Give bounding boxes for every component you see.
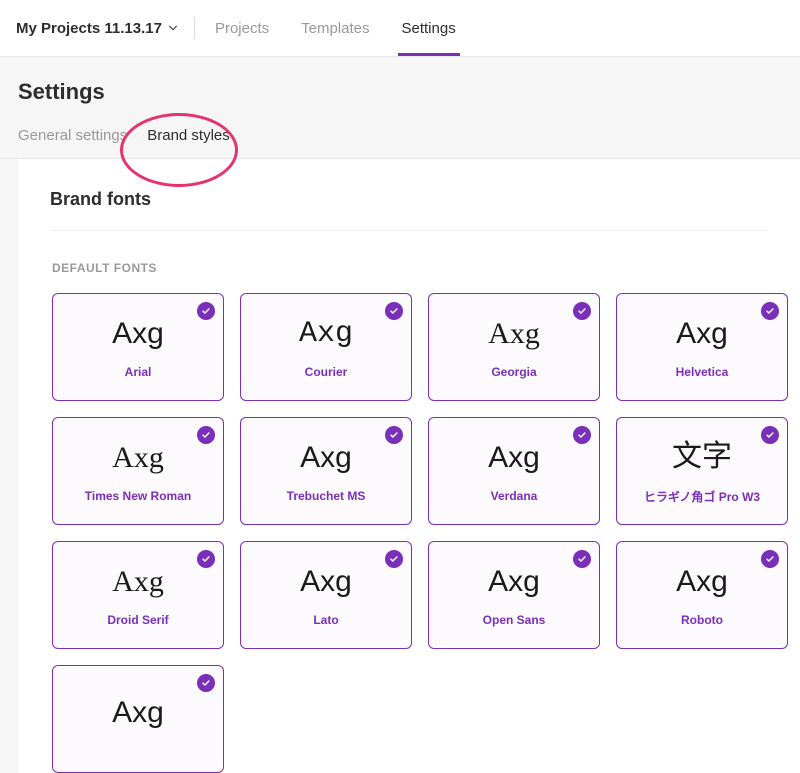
- font-sample: 文字: [672, 442, 732, 472]
- check-icon: [197, 674, 215, 692]
- font-card[interactable]: Axg Roboto: [616, 541, 788, 649]
- font-sample: Axg: [300, 567, 352, 597]
- divider: [194, 17, 195, 39]
- project-name: My Projects 11.13.17: [16, 20, 162, 37]
- font-card[interactable]: Axg Trebuchet MS: [240, 417, 412, 525]
- font-name-label: Georgia: [491, 365, 536, 379]
- check-icon: [197, 550, 215, 568]
- font-card[interactable]: Axg: [52, 665, 224, 773]
- font-name-label: Open Sans: [483, 613, 546, 627]
- font-sample: Axg: [488, 443, 540, 473]
- font-name-label: ヒラギノ角ゴ Pro W3: [644, 488, 760, 505]
- font-card[interactable]: Axg Droid Serif: [52, 541, 224, 649]
- font-grid: Axg Arial Axg Courier Axg Georgia Axg Helvetica…: [50, 293, 768, 773]
- content-card: Brand fonts DEFAULT FONTS Axg Arial Axg Cou…: [18, 159, 800, 773]
- font-sample: Axg: [300, 443, 352, 473]
- font-name-label: Droid Serif: [107, 613, 168, 627]
- check-icon: [761, 302, 779, 320]
- check-icon: [761, 426, 779, 444]
- font-name-label: Trebuchet MS: [287, 489, 366, 503]
- subtab-brand-styles[interactable]: Brand styles: [147, 127, 230, 158]
- subtabs: General settings Brand styles: [0, 127, 800, 159]
- check-icon: [385, 550, 403, 568]
- page-body: Settings General settings Brand styles B…: [0, 57, 800, 773]
- font-sample: Axg: [488, 567, 540, 597]
- nav-settings[interactable]: Settings: [386, 0, 472, 56]
- font-card[interactable]: Axg Courier: [240, 293, 412, 401]
- nav-projects[interactable]: Projects: [199, 0, 285, 56]
- project-selector[interactable]: My Projects 11.13.17: [16, 20, 194, 37]
- check-icon: [573, 302, 591, 320]
- check-icon: [573, 550, 591, 568]
- font-name-label: Helvetica: [676, 365, 729, 379]
- font-sample: Axg: [676, 319, 728, 349]
- chevron-down-icon: [168, 23, 178, 33]
- font-name-label: Lato: [313, 613, 338, 627]
- font-card[interactable]: Axg Arial: [52, 293, 224, 401]
- default-fonts-label: DEFAULT FONTS: [52, 261, 768, 275]
- topbar: My Projects 11.13.17 Projects Templates …: [0, 0, 800, 57]
- font-sample: Axg: [112, 443, 164, 473]
- check-icon: [197, 426, 215, 444]
- check-icon: [761, 550, 779, 568]
- check-icon: [385, 302, 403, 320]
- font-sample: Axg: [676, 567, 728, 597]
- font-card[interactable]: Axg Helvetica: [616, 293, 788, 401]
- font-name-label: Verdana: [491, 489, 538, 503]
- check-icon: [197, 302, 215, 320]
- font-card[interactable]: Axg Lato: [240, 541, 412, 649]
- font-card[interactable]: Axg Verdana: [428, 417, 600, 525]
- font-sample: Axg: [112, 698, 164, 728]
- nav-templates[interactable]: Templates: [285, 0, 385, 56]
- font-card[interactable]: Axg Georgia: [428, 293, 600, 401]
- check-icon: [385, 426, 403, 444]
- font-name-label: Roboto: [681, 613, 723, 627]
- subtab-general[interactable]: General settings: [18, 127, 127, 158]
- page-title: Settings: [0, 79, 800, 127]
- top-nav: Projects Templates Settings: [199, 0, 472, 56]
- font-sample: Axg: [488, 319, 540, 349]
- font-card[interactable]: Axg Open Sans: [428, 541, 600, 649]
- font-card[interactable]: Axg Times New Roman: [52, 417, 224, 525]
- section-title-brand-fonts: Brand fonts: [50, 189, 768, 231]
- font-name-label: Arial: [125, 365, 152, 379]
- font-sample: Axg: [299, 319, 353, 349]
- font-sample: Axg: [112, 567, 164, 597]
- font-sample: Axg: [112, 319, 164, 349]
- check-icon: [573, 426, 591, 444]
- font-name-label: Times New Roman: [85, 489, 191, 503]
- font-name-label: Courier: [305, 365, 348, 379]
- font-card[interactable]: 文字ヒラギノ角ゴ Pro W3: [616, 417, 788, 525]
